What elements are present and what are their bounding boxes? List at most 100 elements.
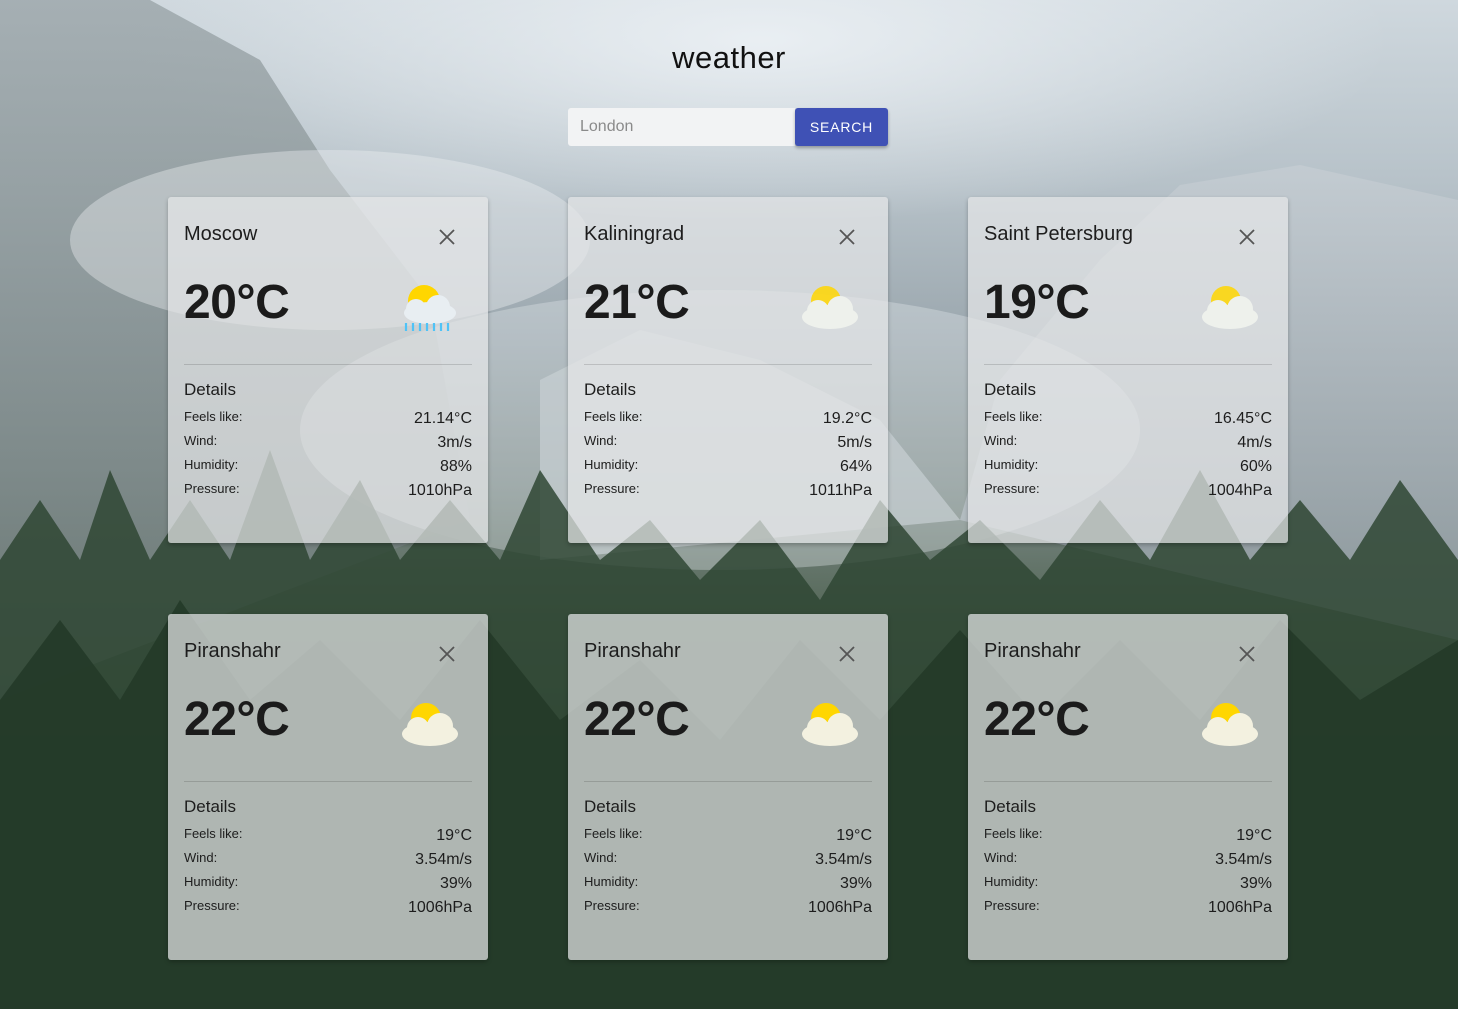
cloud-sun-icon bbox=[802, 703, 858, 746]
details-title: Details bbox=[184, 797, 236, 816]
cloud-sun-icon bbox=[802, 286, 858, 329]
detail-label: Humidity: bbox=[184, 874, 239, 889]
details-title: Details bbox=[584, 797, 636, 816]
detail-value: 3m/s bbox=[437, 434, 472, 451]
weather-card: Piranshahr 22°C Details Feels like: 19°C … bbox=[568, 614, 888, 960]
detail-label: Wind: bbox=[184, 433, 218, 448]
detail-value: 1006hPa bbox=[807, 899, 872, 916]
detail-row-pressure: Pressure: 1006hPa bbox=[584, 898, 872, 922]
search-input[interactable] bbox=[568, 108, 795, 146]
detail-row-humidity: Humidity: 39% bbox=[184, 874, 472, 898]
close-icon[interactable] bbox=[1236, 226, 1258, 248]
temperature: 22°C bbox=[584, 693, 690, 746]
temperature: 22°C bbox=[184, 693, 290, 746]
detail-label: Pressure: bbox=[984, 481, 1040, 496]
detail-label: Pressure: bbox=[584, 898, 640, 913]
weather-card: Saint Petersburg 19°C Details Feels like… bbox=[968, 197, 1288, 543]
temperature: 22°C bbox=[984, 693, 1090, 746]
detail-label: Wind: bbox=[584, 850, 618, 865]
detail-row-humidity: Humidity: 64% bbox=[584, 457, 872, 481]
detail-label: Wind: bbox=[984, 433, 1018, 448]
rain-cloud-sun-icon bbox=[404, 285, 456, 331]
detail-value: 64% bbox=[839, 458, 872, 475]
detail-row-humidity: Humidity: 88% bbox=[184, 457, 472, 481]
detail-value: 3.54m/s bbox=[815, 851, 872, 868]
details-title: Details bbox=[184, 380, 236, 399]
detail-label: Humidity: bbox=[584, 457, 639, 472]
detail-row-feels-like: Feels like: 19.2°C bbox=[584, 409, 872, 433]
detail-value: 1006hPa bbox=[1207, 899, 1272, 916]
detail-row-pressure: Pressure: 1011hPa bbox=[584, 481, 872, 505]
detail-row-feels-like: Feels like: 16.45°C bbox=[984, 409, 1272, 433]
weather-card: Moscow 20°C Details Feels like: 21.14°C W… bbox=[168, 197, 488, 543]
detail-value: 19.2°C bbox=[822, 410, 872, 427]
detail-row-wind: Wind: 3m/s bbox=[184, 433, 472, 457]
detail-label: Wind: bbox=[584, 433, 618, 448]
divider bbox=[584, 364, 872, 365]
detail-label: Feels like: bbox=[984, 826, 1043, 841]
detail-row-pressure: Pressure: 1010hPa bbox=[184, 481, 472, 505]
close-icon[interactable] bbox=[436, 226, 458, 248]
temperature: 19°C bbox=[984, 276, 1090, 329]
detail-label: Wind: bbox=[984, 850, 1018, 865]
detail-row-wind: Wind: 5m/s bbox=[584, 433, 872, 457]
temperature: 21°C bbox=[584, 276, 690, 329]
weather-card: Piranshahr 22°C Details Feels like: 19°C … bbox=[968, 614, 1288, 960]
close-icon[interactable] bbox=[436, 643, 458, 665]
city-name: Piranshahr bbox=[984, 640, 1081, 662]
detail-row-wind: Wind: 3.54m/s bbox=[584, 850, 872, 874]
cloud-sun-icon bbox=[1202, 703, 1258, 746]
search-bar: SEARCH bbox=[568, 108, 888, 146]
detail-row-wind: Wind: 3.54m/s bbox=[184, 850, 472, 874]
detail-value: 21.14°C bbox=[414, 410, 472, 427]
detail-value: 3.54m/s bbox=[415, 851, 472, 868]
detail-row-humidity: Humidity: 39% bbox=[984, 874, 1272, 898]
detail-row-wind: Wind: 4m/s bbox=[984, 433, 1272, 457]
details-title: Details bbox=[984, 380, 1036, 399]
detail-row-pressure: Pressure: 1006hPa bbox=[984, 898, 1272, 922]
weather-card: Kaliningrad 21°C Details Feels like: 19.2… bbox=[568, 197, 888, 543]
detail-value: 19°C bbox=[436, 827, 472, 844]
divider bbox=[184, 364, 472, 365]
cloud-sun-icon bbox=[402, 703, 458, 746]
temperature: 20°C bbox=[184, 276, 290, 329]
detail-value: 88% bbox=[439, 458, 472, 475]
detail-label: Humidity: bbox=[584, 874, 639, 889]
detail-label: Feels like: bbox=[584, 826, 643, 841]
detail-label: Wind: bbox=[184, 850, 218, 865]
detail-value: 39% bbox=[1239, 875, 1272, 892]
divider bbox=[584, 781, 872, 782]
search-button[interactable]: SEARCH bbox=[795, 108, 888, 146]
detail-value: 1004hPa bbox=[1207, 482, 1272, 499]
detail-label: Pressure: bbox=[184, 898, 240, 913]
detail-row-feels-like: Feels like: 19°C bbox=[984, 826, 1272, 850]
detail-value: 1006hPa bbox=[407, 899, 472, 916]
detail-value: 19°C bbox=[1236, 827, 1272, 844]
divider bbox=[984, 781, 1272, 782]
detail-row-feels-like: Feels like: 19°C bbox=[584, 826, 872, 850]
detail-label: Pressure: bbox=[184, 481, 240, 496]
city-name: Saint Petersburg bbox=[984, 223, 1133, 245]
close-icon[interactable] bbox=[836, 643, 858, 665]
detail-value: 60% bbox=[1239, 458, 1272, 475]
detail-row-feels-like: Feels like: 21.14°C bbox=[184, 409, 472, 433]
app-title: weather bbox=[672, 40, 786, 75]
detail-value: 39% bbox=[439, 875, 472, 892]
detail-row-wind: Wind: 3.54m/s bbox=[984, 850, 1272, 874]
detail-row-humidity: Humidity: 39% bbox=[584, 874, 872, 898]
detail-label: Feels like: bbox=[584, 409, 643, 424]
close-icon[interactable] bbox=[836, 226, 858, 248]
detail-value: 39% bbox=[839, 875, 872, 892]
detail-label: Humidity: bbox=[184, 457, 239, 472]
detail-label: Feels like: bbox=[984, 409, 1043, 424]
detail-value: 4m/s bbox=[1237, 434, 1272, 451]
city-name: Piranshahr bbox=[184, 640, 281, 662]
close-icon[interactable] bbox=[1236, 643, 1258, 665]
cloud-sun-icon bbox=[1202, 286, 1258, 329]
details-title: Details bbox=[984, 797, 1036, 816]
detail-label: Pressure: bbox=[984, 898, 1040, 913]
detail-value: 19°C bbox=[836, 827, 872, 844]
detail-label: Feels like: bbox=[184, 826, 243, 841]
detail-value: 1011hPa bbox=[809, 482, 872, 499]
detail-value: 1010hPa bbox=[407, 482, 472, 499]
